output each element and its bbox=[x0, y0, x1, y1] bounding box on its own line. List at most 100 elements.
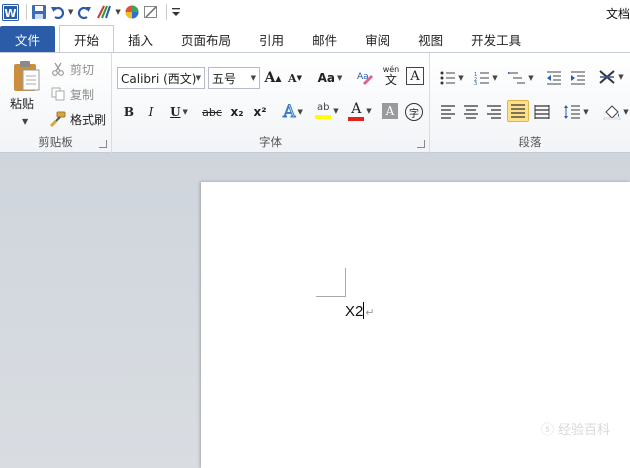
document-page[interactable]: X2 ↵ ⓢ 经验百科 bbox=[201, 182, 630, 468]
qat-separator bbox=[26, 4, 27, 20]
svg-text:3: 3 bbox=[474, 81, 477, 85]
watermark: ⓢ 经验百科 bbox=[540, 423, 610, 438]
change-case-label: Aa bbox=[317, 71, 335, 85]
bullets-button[interactable]: ▼ bbox=[438, 67, 466, 89]
bullets-icon bbox=[440, 71, 456, 85]
line-spacing-icon bbox=[564, 105, 581, 119]
font-launcher-icon[interactable] bbox=[417, 140, 425, 148]
brush-dropdown-icon[interactable]: ▼ bbox=[115, 8, 120, 16]
subscript-button[interactable]: x₂ bbox=[227, 101, 247, 123]
align-right-button[interactable] bbox=[484, 101, 504, 123]
character-border-button[interactable]: A bbox=[406, 67, 424, 85]
underline-label: U bbox=[170, 105, 181, 119]
tab-file[interactable]: 文件 bbox=[0, 26, 55, 52]
asian-layout-dropdown-icon: ▼ bbox=[618, 73, 624, 81]
undo-icon[interactable]: ▼ bbox=[50, 2, 73, 22]
clipboard-group-label: 剪贴板 bbox=[38, 135, 73, 149]
text-effects-button[interactable]: A ▼ bbox=[278, 101, 308, 123]
font-color-icon: A bbox=[348, 100, 365, 121]
shrink-font-button[interactable]: A ▼ bbox=[286, 67, 304, 89]
underline-button[interactable]: U ▼ bbox=[166, 101, 192, 123]
window-title: 文档 bbox=[605, 7, 630, 21]
scissors-icon bbox=[50, 61, 66, 77]
copy-button[interactable]: 复制 bbox=[50, 84, 94, 104]
shading-button[interactable]: ▼ bbox=[602, 101, 630, 123]
asian-layout-button[interactable]: ▼ bbox=[596, 66, 626, 88]
font-size-select[interactable]: 五号 ▼ bbox=[208, 67, 260, 89]
font-group-label: 字体 bbox=[259, 135, 282, 149]
enclose-characters-label: 字 bbox=[405, 103, 423, 121]
distributed-button[interactable] bbox=[532, 101, 552, 123]
phonetic-guide-button[interactable]: wén 文 bbox=[380, 65, 402, 87]
copy-icon bbox=[50, 86, 66, 102]
justify-button[interactable] bbox=[507, 100, 529, 122]
multilevel-list-icon bbox=[508, 72, 526, 84]
highlight-color-bar bbox=[315, 115, 332, 119]
color-wheel-icon[interactable] bbox=[124, 2, 140, 22]
paragraph-group-label: 段落 bbox=[518, 135, 542, 149]
line-spacing-dropdown-icon: ▼ bbox=[583, 108, 589, 116]
font-color-button[interactable]: A ▼ bbox=[346, 100, 374, 122]
shrink-font-label: A bbox=[288, 71, 297, 85]
clear-format-button[interactable]: Aa bbox=[356, 66, 376, 88]
strikethrough-button[interactable]: abc bbox=[200, 101, 224, 123]
ribbon: 粘贴 ▼ 剪切 复制 格式刷 剪贴板 Calibri (西文) ▼ 五号 ▼ A… bbox=[0, 52, 630, 153]
multilevel-list-button[interactable]: ▼ bbox=[506, 67, 536, 89]
document-text-line[interactable]: X2 ↵ bbox=[345, 302, 375, 320]
clear-format-icon: Aa bbox=[357, 72, 374, 86]
font-family-select[interactable]: Calibri (西文) ▼ bbox=[117, 67, 205, 89]
change-case-dropdown-icon: ▼ bbox=[337, 74, 343, 82]
align-right-icon bbox=[487, 105, 501, 119]
save-icon[interactable] bbox=[31, 2, 47, 22]
distributed-icon bbox=[534, 105, 550, 119]
grow-font-button[interactable]: A ▲ bbox=[264, 67, 282, 89]
font-color-label: A bbox=[351, 100, 362, 117]
numbering-button[interactable]: 1 2 3 ▼ bbox=[472, 67, 500, 89]
tab-insert[interactable]: 插入 bbox=[114, 26, 167, 52]
increase-indent-button[interactable] bbox=[568, 67, 588, 89]
align-center-icon bbox=[464, 105, 478, 119]
tab-review[interactable]: 审阅 bbox=[351, 26, 404, 52]
document-text: X2 bbox=[345, 303, 364, 320]
redo-icon[interactable] bbox=[76, 2, 92, 22]
tab-view[interactable]: 视图 bbox=[404, 26, 457, 52]
character-shading-button[interactable]: A bbox=[382, 103, 398, 119]
justify-icon bbox=[511, 104, 525, 118]
format-painter-button[interactable]: 格式刷 bbox=[50, 109, 106, 129]
text-effects-dropdown-icon: ▼ bbox=[297, 108, 303, 116]
pen-icon[interactable] bbox=[143, 2, 159, 22]
decrease-indent-button[interactable] bbox=[544, 67, 564, 89]
tab-home[interactable]: 开始 bbox=[59, 25, 115, 52]
align-center-button[interactable] bbox=[461, 101, 481, 123]
grow-font-label: A bbox=[264, 70, 276, 86]
paste-label[interactable]: 粘贴 bbox=[10, 95, 34, 112]
brush-icon[interactable]: ▼ bbox=[95, 2, 121, 22]
align-left-button[interactable] bbox=[438, 101, 458, 123]
font-group: Calibri (西文) ▼ 五号 ▼ A ▲ A ▼ Aa ▼ Aa wén 文 A… bbox=[112, 53, 430, 153]
enclose-characters-button[interactable]: 字 bbox=[404, 101, 424, 123]
paste-dropdown-icon[interactable]: ▼ bbox=[22, 117, 28, 126]
tab-page-layout[interactable]: 页面布局 bbox=[167, 26, 245, 52]
cut-button[interactable]: 剪切 bbox=[50, 59, 94, 79]
highlight-dropdown-icon: ▼ bbox=[333, 107, 339, 115]
tab-mailings[interactable]: 邮件 bbox=[298, 26, 351, 52]
customize-qat-icon[interactable] bbox=[171, 2, 181, 22]
italic-button[interactable]: I bbox=[142, 101, 160, 123]
bold-button[interactable]: B bbox=[120, 101, 138, 123]
numbering-dropdown-icon: ▼ bbox=[492, 74, 498, 82]
tab-developer[interactable]: 开发工具 bbox=[457, 26, 535, 52]
character-border-label: A bbox=[410, 68, 420, 84]
highlight-icon: ab bbox=[315, 103, 332, 119]
change-case-button[interactable]: Aa ▼ bbox=[315, 67, 345, 89]
format-painter-icon bbox=[50, 111, 66, 127]
quick-access-toolbar: W ▼ ▼ 文档 bbox=[0, 0, 630, 24]
highlight-button[interactable]: ab ▼ bbox=[312, 100, 342, 122]
line-spacing-button[interactable]: ▼ bbox=[562, 101, 590, 123]
paste-button[interactable] bbox=[8, 59, 44, 96]
undo-dropdown-icon[interactable]: ▼ bbox=[68, 8, 73, 16]
word-app-icon[interactable]: W bbox=[2, 2, 19, 22]
superscript-button[interactable]: x² bbox=[250, 101, 270, 123]
tab-references[interactable]: 引用 bbox=[245, 26, 298, 52]
margin-crop-mark bbox=[316, 296, 346, 297]
clipboard-launcher-icon[interactable] bbox=[99, 140, 107, 148]
